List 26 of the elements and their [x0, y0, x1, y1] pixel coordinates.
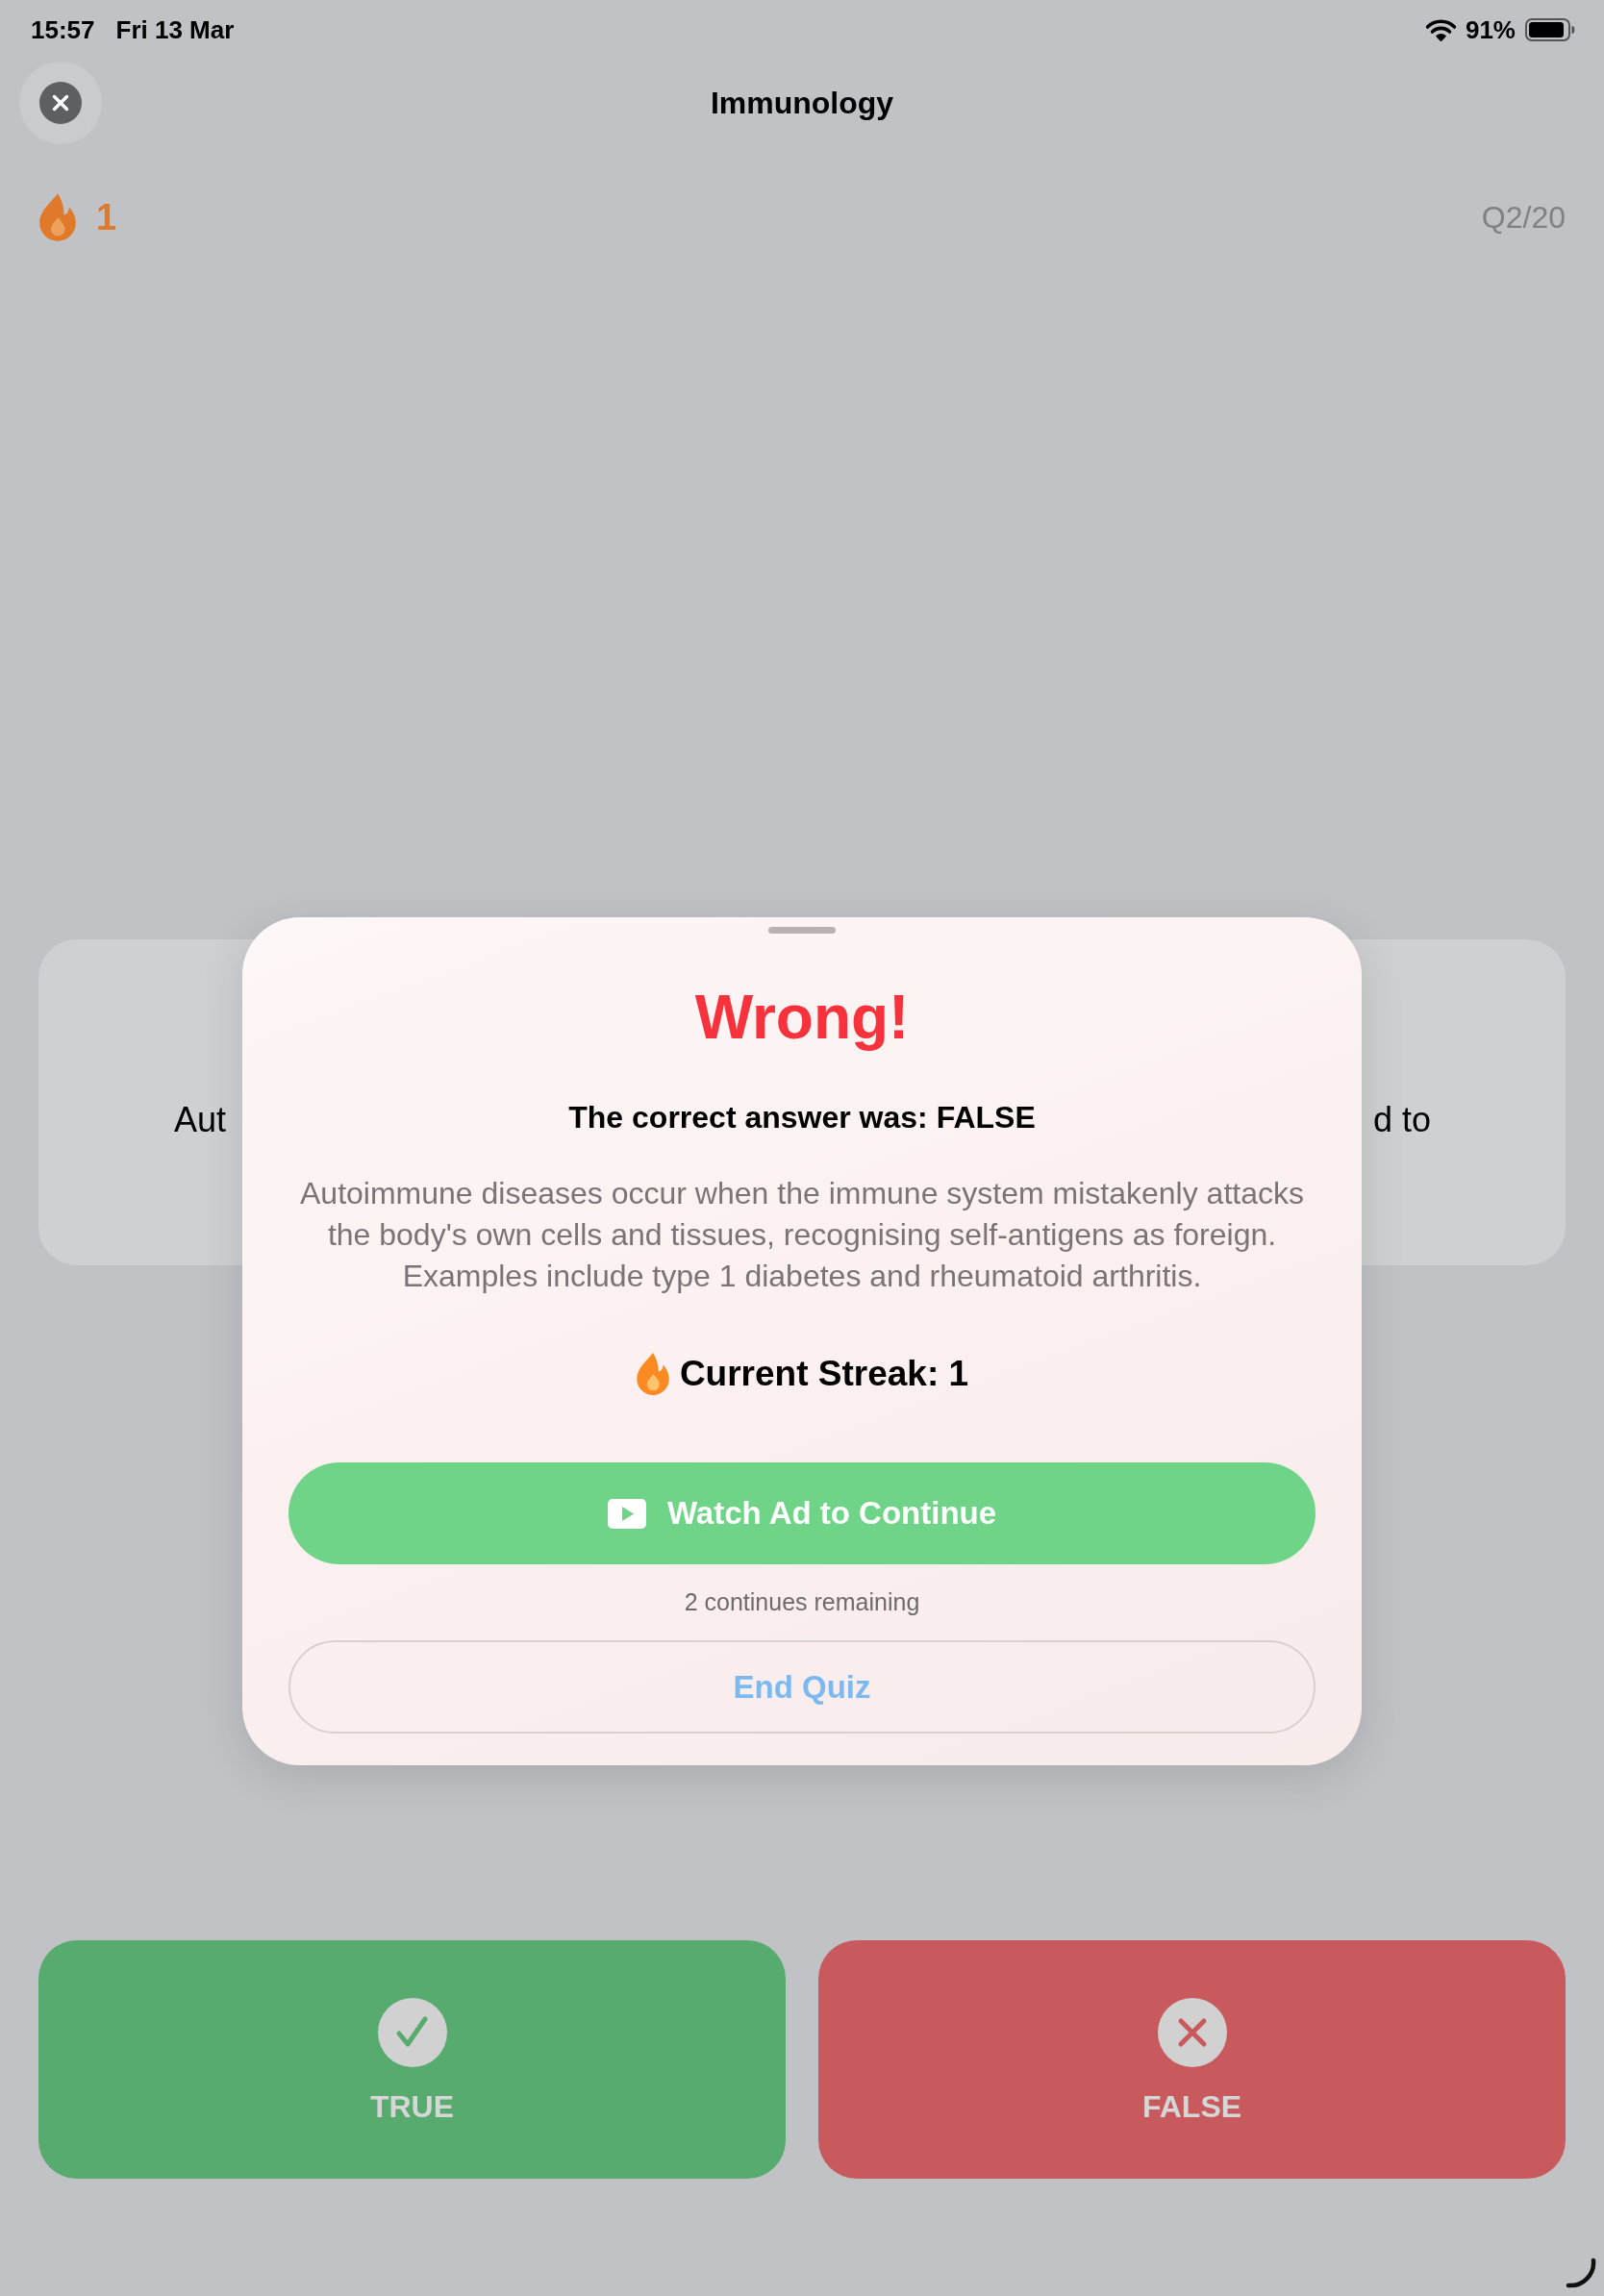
true-answer-button[interactable]: TRUE — [38, 1940, 786, 2179]
wifi-icon — [1425, 18, 1456, 41]
close-icon — [39, 82, 82, 124]
question-text: Aut — [174, 1099, 227, 1141]
flame-icon — [635, 1352, 670, 1396]
check-icon — [377, 1998, 447, 2067]
flame-icon — [38, 192, 77, 242]
end-quiz-button[interactable]: End Quiz — [288, 1640, 1316, 1734]
continues-remaining-text: 2 continues remaining — [684, 1587, 920, 1616]
result-title: Wrong! — [694, 982, 910, 1053]
corner-arc-icon — [1566, 2258, 1596, 2288]
play-icon — [607, 1498, 646, 1529]
streak-count: 1 — [96, 196, 117, 239]
explanation-text: Autoimmune diseases occur when the immune system mistakenly attacks the body's own cells and tissues, recognising self-antigens as foreign. Examples include type 1 diabetes and rheumatoid arthritis. — [299, 1175, 1305, 1295]
question-counter: Q2/20 — [1481, 199, 1566, 237]
screen-title: Immunology — [710, 85, 894, 122]
battery-icon — [1525, 18, 1575, 41]
current-streak-text: Current Streak: 1 — [679, 1353, 969, 1395]
status-time: 15:57 — [31, 14, 95, 45]
correct-answer-text: The correct answer was: FALSE — [568, 1099, 1036, 1136]
watch-ad-button[interactable]: Watch Ad to Continue — [288, 1462, 1316, 1564]
battery-percentage: 91% — [1465, 14, 1516, 45]
cross-icon — [1157, 1998, 1227, 2067]
status-date: Fri 13 Mar — [115, 14, 235, 45]
question-text: d to — [1372, 1099, 1431, 1141]
false-answer-button[interactable]: FALSE — [818, 1940, 1566, 2179]
